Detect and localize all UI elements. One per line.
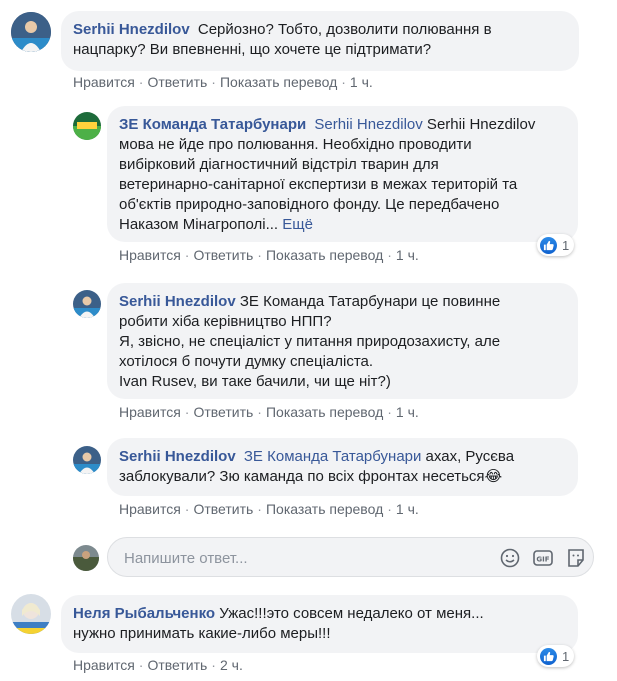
- comment-bubble: Serhii Hnezdilov ЗЕ Команда Татарбунари …: [107, 438, 578, 496]
- reply-button[interactable]: Ответить: [193, 404, 253, 420]
- reply-input[interactable]: [122, 546, 486, 570]
- comment-actions: Нравится · Ответить · Показать перевод · 1 ч.: [119, 501, 419, 517]
- avatar[interactable]: [11, 12, 51, 52]
- reaction-number: 1: [562, 648, 570, 664]
- separator: ·: [387, 247, 392, 263]
- translate-button[interactable]: Показать перевод: [266, 247, 383, 263]
- comment-text: Ужас!!!это совсем недалеко от меня...: [215, 605, 484, 622]
- comment-author[interactable]: Serhii Hnezdilov: [119, 448, 236, 465]
- timestamp[interactable]: 1 ч.: [396, 247, 419, 263]
- mention-link[interactable]: Serhii Hnezdilov: [314, 116, 422, 133]
- comment-text: заблокували? Зю каманда по всіх фронтах …: [119, 468, 485, 485]
- separator: ·: [184, 247, 190, 263]
- translate-button[interactable]: Показать перевод: [220, 74, 337, 90]
- comment-text: Я, звісно, не спеціаліст у питання приро…: [119, 333, 501, 350]
- separator: ·: [387, 404, 392, 420]
- comment-text: Наказом Мінагрополі...: [119, 216, 279, 233]
- comment-text: Серйозно? Тобто, дозволити полювання в: [197, 21, 492, 38]
- like-button[interactable]: Нравится: [119, 501, 181, 517]
- reply-button[interactable]: Ответить: [193, 501, 253, 517]
- svg-text:GIF: GIF: [536, 556, 549, 564]
- comment-text: хотілося б почути думку спеціаліста.: [119, 353, 374, 370]
- comment-author[interactable]: Serhii Hnezdilov: [119, 293, 236, 310]
- separator: ·: [211, 74, 216, 90]
- comment-actions: Нравится · Ответить · Показать перевод · 1 ч.: [73, 74, 373, 90]
- avatar[interactable]: [73, 446, 101, 474]
- timestamp[interactable]: 2 ч.: [220, 657, 243, 673]
- comment-text: Serhii Hnezdilov: [422, 116, 536, 133]
- avatar[interactable]: [73, 112, 101, 140]
- like-button[interactable]: Нравится: [119, 247, 181, 263]
- separator: ·: [341, 74, 346, 90]
- comment-actions: Нравится · Ответить · Показать перевод · 1 ч.: [119, 404, 419, 420]
- emoji-icon[interactable]: [499, 547, 521, 569]
- like-button[interactable]: Нравится: [73, 657, 135, 673]
- separator: ·: [387, 501, 392, 517]
- separator: ·: [257, 501, 262, 517]
- comment-author[interactable]: ЗЕ Команда Татарбунари: [119, 116, 306, 133]
- reply-button[interactable]: Ответить: [147, 657, 207, 673]
- separator: ·: [138, 74, 144, 90]
- avatar[interactable]: [11, 594, 51, 634]
- comment-text: нацпарку? Ви впевненні, що хочете це під…: [73, 41, 432, 58]
- reply-button[interactable]: Ответить: [193, 247, 253, 263]
- separator: ·: [211, 657, 216, 673]
- comment-bubble: Serhii Hnezdilov Серйозно? Тобто, дозвол…: [61, 11, 579, 71]
- mention-link[interactable]: ЗЕ Команда Татарбунари: [244, 448, 422, 465]
- separator: ·: [184, 404, 190, 420]
- comment-text: об'єктів природно-заповідного фонду. Це …: [119, 196, 500, 213]
- comment-actions: Нравится · Ответить · 2 ч.: [73, 657, 243, 673]
- like-button[interactable]: Нравится: [73, 74, 135, 90]
- timestamp[interactable]: 1 ч.: [396, 501, 419, 517]
- comment-text: ветеринарно-санітарної експертизи в межа…: [119, 176, 518, 193]
- translate-button[interactable]: Показать перевод: [266, 404, 383, 420]
- timestamp[interactable]: 1 ч.: [350, 74, 373, 90]
- reaction-count[interactable]: 1: [537, 645, 575, 667]
- separator: ·: [257, 247, 262, 263]
- comment-bubble: Serhii Hnezdilov ЗЕ Команда Татарбунари …: [107, 283, 578, 399]
- current-user-avatar: [73, 545, 99, 571]
- comment-text: нужно принимать какие-либо меры!!!: [73, 625, 331, 642]
- separator: ·: [257, 404, 262, 420]
- separator: ·: [184, 501, 190, 517]
- reply-button[interactable]: Ответить: [147, 74, 207, 90]
- reply-box[interactable]: GIF: [107, 537, 594, 577]
- reaction-count[interactable]: 1: [537, 234, 575, 256]
- see-more-link[interactable]: Ещё: [282, 216, 313, 233]
- laughing-emoji-icon: 😂: [484, 468, 503, 485]
- thumbs-up-icon: [540, 236, 557, 254]
- like-button[interactable]: Нравится: [119, 404, 181, 420]
- thumbs-up-icon: [540, 647, 557, 665]
- comment-text: мова не йде про полювання. Необхідно про…: [119, 136, 472, 153]
- translate-button[interactable]: Показать перевод: [266, 501, 383, 517]
- comment-actions: Нравится · Ответить · Показать перевод · 1 ч.: [119, 247, 419, 263]
- comment-text: вибірковий діагностичний відстріл тварин…: [119, 156, 439, 173]
- mention-link[interactable]: ЗЕ Команда Татарбунари це повинне: [236, 293, 500, 310]
- reaction-number: 1: [562, 237, 570, 253]
- comment-bubble: Неля Рыбальченко Ужас!!!это совсем недал…: [61, 595, 578, 653]
- comment-author[interactable]: Неля Рыбальченко: [73, 605, 215, 622]
- sticker-icon[interactable]: [565, 547, 587, 569]
- timestamp[interactable]: 1 ч.: [396, 404, 419, 420]
- comment-bubble: ЗЕ Команда Татарбунари Serhii Hnezdilov …: [107, 106, 578, 242]
- avatar[interactable]: [73, 290, 101, 318]
- comment-text: ахах, Русєва: [421, 448, 515, 465]
- comment-author[interactable]: Serhii Hnezdilov: [73, 21, 190, 38]
- gif-icon[interactable]: GIF: [532, 547, 554, 569]
- separator: ·: [138, 657, 144, 673]
- comment-text: робити хіба керівництво НПП?: [119, 313, 332, 330]
- comment-text: Ivan Rusev, ви таке бачили, чи ще ніт?): [119, 373, 391, 390]
